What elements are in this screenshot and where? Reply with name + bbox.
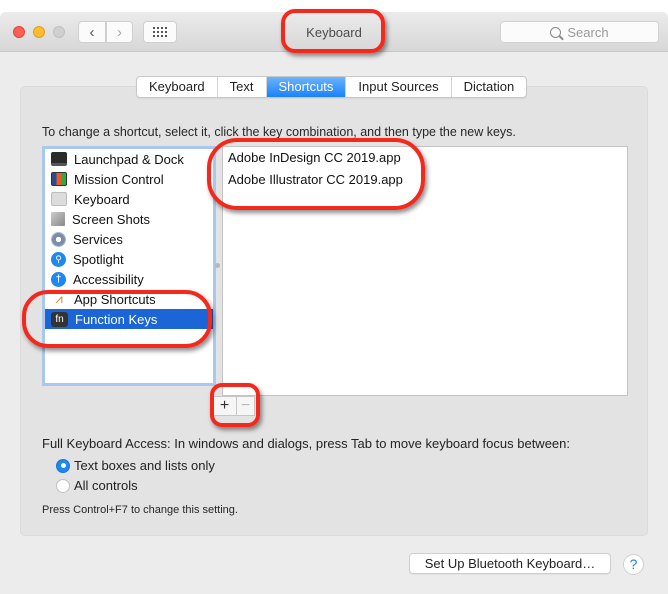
add-remove-control: + − <box>212 396 255 416</box>
setup-bluetooth-keyboard-button[interactable]: Set Up Bluetooth Keyboard… <box>409 553 611 574</box>
app-list-item[interactable]: Adobe InDesign CC 2019.app <box>223 147 627 169</box>
split-view-divider-handle[interactable] <box>215 263 220 268</box>
search-icon <box>550 26 562 38</box>
category-screen-shots[interactable]: Screen Shots <box>45 209 213 229</box>
full-keyboard-access-label: Full Keyboard Access: In windows and dia… <box>42 436 570 451</box>
category-spotlight[interactable]: ⚲ Spotlight <box>45 249 213 269</box>
category-accessibility[interactable]: † Accessibility <box>45 269 213 289</box>
function-keys-app-list[interactable]: Adobe InDesign CC 2019.app Adobe Illustr… <box>222 146 628 396</box>
app-shortcuts-icon: ⩘ <box>55 291 63 306</box>
services-gear-icon <box>51 231 66 247</box>
search-field[interactable]: Search <box>500 21 659 43</box>
instruction-text: To change a shortcut, select it, click t… <box>42 125 516 139</box>
radio-button[interactable] <box>56 478 70 493</box>
fn-icon: fn <box>51 311 68 327</box>
keyboard-icon <box>51 192 67 206</box>
tab-bar: Keyboard Text Shortcuts Input Sources Di… <box>136 76 528 98</box>
category-app-shortcuts[interactable]: ⩘ App Shortcuts <box>45 289 213 309</box>
keyboard-access-note: Press Control+F7 to change this setting. <box>42 504 238 516</box>
category-mission-control[interactable]: Mission Control <box>45 169 213 189</box>
launchpad-icon <box>51 152 67 166</box>
category-label: Services <box>73 231 123 247</box>
app-list-item[interactable]: Adobe Illustrator CC 2019.app <box>223 169 627 191</box>
category-label: Spotlight <box>73 251 124 267</box>
tab-shortcuts[interactable]: Shortcuts <box>266 77 347 97</box>
category-label: Accessibility <box>73 271 144 287</box>
category-keyboard[interactable]: Keyboard <box>45 189 213 209</box>
title-bar: ‹ › Keyboard Search <box>0 12 668 52</box>
shortcut-category-list[interactable]: Launchpad & Dock Mission Control Keyboar… <box>42 146 216 386</box>
category-label: App Shortcuts <box>74 291 156 307</box>
keyboard-preferences-window: ‹ › Keyboard Search Keyboard Text Shortc… <box>0 12 668 594</box>
accessibility-icon: † <box>51 271 66 287</box>
category-launchpad-dock[interactable]: Launchpad & Dock <box>45 149 213 169</box>
category-function-keys[interactable]: fn Function Keys <box>45 309 213 329</box>
radio-label: All controls <box>74 478 138 493</box>
category-label: Function Keys <box>75 311 158 327</box>
tab-text[interactable]: Text <box>218 77 267 97</box>
category-label: Launchpad & Dock <box>74 151 184 167</box>
spotlight-icon: ⚲ <box>51 251 66 267</box>
tab-input-sources[interactable]: Input Sources <box>346 77 452 97</box>
category-label: Keyboard <box>74 191 130 207</box>
tab-dictation[interactable]: Dictation <box>452 77 527 97</box>
radio-text-boxes-lists[interactable]: Text boxes and lists only <box>56 458 215 473</box>
screenshot-icon <box>51 212 65 226</box>
category-label: Mission Control <box>74 171 164 187</box>
mission-control-icon <box>51 172 67 186</box>
category-services[interactable]: Services <box>45 229 213 249</box>
tab-keyboard[interactable]: Keyboard <box>137 77 218 97</box>
help-button[interactable]: ? <box>623 554 644 575</box>
radio-label: Text boxes and lists only <box>74 458 215 473</box>
add-app-button[interactable]: + <box>213 397 237 415</box>
radio-button-checked[interactable] <box>56 458 70 473</box>
category-label: Screen Shots <box>72 211 151 227</box>
radio-all-controls[interactable]: All controls <box>56 478 138 493</box>
remove-app-button[interactable]: − <box>237 397 254 415</box>
search-placeholder: Search <box>567 24 609 40</box>
